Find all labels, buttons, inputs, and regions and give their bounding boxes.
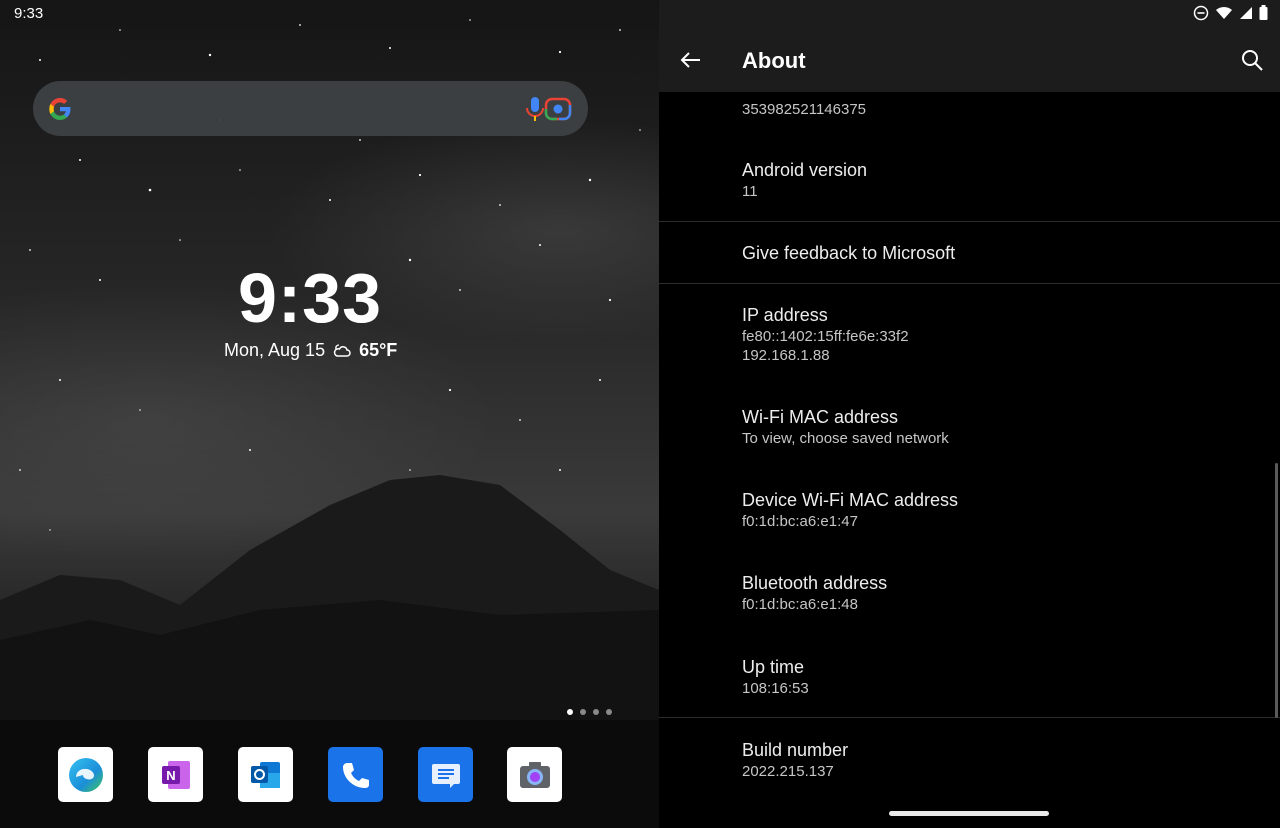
bluetooth-address-value: f0:1d:bc:a6:e1:48 (742, 596, 858, 613)
google-logo-icon[interactable] (46, 95, 74, 123)
page-dot (580, 709, 586, 715)
search-icon[interactable] (1240, 48, 1264, 72)
give-feedback-item[interactable]: Give feedback to Microsoft (742, 242, 955, 264)
page-title: About (742, 48, 806, 73)
build-number-item[interactable]: Build number 2022.215.137 (742, 739, 848, 781)
ip-address-item[interactable]: IP address fe80::1402:15ff:fe6e:33f2 192… (742, 304, 909, 365)
temperature-label: 65°F (359, 340, 398, 360)
divider (659, 717, 1280, 718)
cell-signal-icon (1240, 7, 1252, 19)
give-feedback-label: Give feedback to Microsoft (742, 243, 956, 263)
android-version-label: Android version (742, 160, 868, 180)
date-weather-line[interactable]: Mon, Aug 15 65°F (224, 340, 397, 361)
edge-icon (68, 757, 103, 792)
up-time-value: 108:16:53 (742, 680, 809, 697)
scrollbar[interactable] (1275, 463, 1278, 718)
outlook-icon (250, 761, 280, 788)
date-label: Mon, Aug 15 (224, 340, 326, 360)
ipv6-address-value: fe80::1402:15ff:fe6e:33f2 (742, 328, 909, 345)
back-arrow-icon[interactable] (679, 48, 703, 72)
status-bar-time: 9:33 (14, 5, 44, 22)
camera-icon (519, 761, 550, 788)
gesture-nav-handle[interactable] (889, 811, 1049, 816)
imei-value: 353982521146375 (742, 101, 867, 118)
page-indicator (567, 709, 612, 715)
battery-icon (1259, 5, 1268, 20)
bluetooth-address-item[interactable]: Bluetooth address f0:1d:bc:a6:e1:48 (742, 572, 887, 614)
app-dock: N (0, 747, 659, 803)
android-version-value: 11 (742, 183, 758, 200)
bluetooth-address-label: Bluetooth address (742, 573, 888, 593)
ipv4-address-value: 192.168.1.88 (742, 347, 830, 364)
page-dot (567, 709, 573, 715)
device-wifi-mac-item[interactable]: Device Wi-Fi MAC address f0:1d:bc:a6:e1:… (742, 489, 958, 531)
home-clock[interactable]: 9:33 (0, 258, 620, 338)
ip-address-label: IP address (742, 305, 828, 325)
messages-app[interactable] (418, 747, 473, 802)
build-number-label: Build number (742, 740, 849, 760)
build-number-value: 2022.215.137 (742, 763, 834, 780)
partly-cloudy-night-icon (333, 343, 351, 357)
phone-icon (342, 762, 369, 788)
camera-app[interactable] (507, 747, 562, 802)
page-dot (593, 709, 599, 715)
android-version-item[interactable]: Android version 11 (742, 159, 867, 201)
wifi-icon (1216, 6, 1232, 19)
status-icons (1193, 5, 1268, 21)
page-dot (606, 709, 612, 715)
up-time-label: Up time (742, 657, 805, 677)
messages-icon (431, 763, 460, 788)
onenote-icon: N (161, 760, 190, 789)
divider (659, 221, 1280, 222)
wifi-mac-item[interactable]: Wi-Fi MAC address To view, choose saved … (742, 406, 949, 448)
edge-app[interactable] (58, 747, 113, 802)
device-wifi-mac-value: f0:1d:bc:a6:e1:47 (742, 513, 858, 530)
google-search-bar[interactable] (33, 81, 588, 136)
settings-about-panel: About 353982521146375 Android version 11… (659, 0, 1280, 828)
phone-app[interactable] (328, 747, 383, 802)
app-bar: About (659, 0, 1280, 92)
onenote-app[interactable]: N (148, 747, 203, 802)
imei-item[interactable]: 353982521146375 (742, 99, 866, 119)
wifi-mac-label: Wi-Fi MAC address (742, 407, 899, 427)
divider (659, 283, 1280, 284)
home-screen: 9:33 9:33 Mon, Aug 15 65°F N (0, 0, 659, 828)
do-not-disturb-icon (1193, 5, 1209, 21)
up-time-item[interactable]: Up time 108:16:53 (742, 656, 809, 698)
google-lens-icon[interactable] (543, 95, 573, 123)
mountain-silhouette (0, 475, 659, 730)
device-wifi-mac-label: Device Wi-Fi MAC address (742, 490, 959, 510)
wifi-mac-value: To view, choose saved network (742, 430, 949, 447)
outlook-app[interactable] (238, 747, 293, 802)
svg-text:N: N (166, 768, 175, 783)
